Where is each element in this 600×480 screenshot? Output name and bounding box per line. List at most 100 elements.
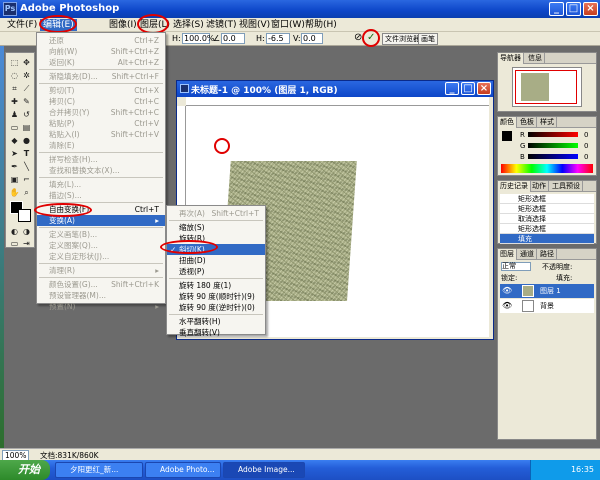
- quick-mask-icon[interactable]: ◐: [9, 226, 20, 237]
- move-tool-icon[interactable]: ✥: [21, 57, 32, 68]
- magic-wand-icon[interactable]: ✲: [21, 70, 32, 81]
- history-item-selected[interactable]: 填充: [500, 234, 594, 244]
- transform-menu-item[interactable]: 垂直翻转(V): [167, 327, 265, 338]
- tab-channels[interactable]: 通道: [518, 249, 537, 260]
- screen-mode-icon[interactable]: ▭: [9, 238, 20, 249]
- menu-item-shortcut: Alt+Ctrl+Z: [117, 58, 159, 67]
- taskbar-item[interactable]: 夕阳更红_新...: [55, 462, 143, 478]
- minimize-button[interactable]: _: [549, 2, 564, 16]
- menu-item-shortcut: Ctrl+X: [134, 86, 159, 95]
- slice-tool-icon[interactable]: ⟋: [21, 83, 32, 94]
- navigator-thumbnail[interactable]: [512, 67, 582, 107]
- edit-menu-item: 剪切(T) Ctrl+X: [37, 85, 165, 96]
- red-slider[interactable]: [528, 132, 578, 137]
- menu-help[interactable]: 帮助(H): [302, 19, 340, 31]
- marquee-tool-icon[interactable]: ⬚: [9, 57, 20, 68]
- history-brush-icon[interactable]: ↺: [21, 109, 32, 120]
- doc-close-button[interactable]: ×: [477, 82, 491, 95]
- transform-menu-item[interactable]: 旋转 90 度(逆时针)(0): [167, 302, 265, 313]
- green-slider[interactable]: [528, 143, 578, 148]
- blue-slider[interactable]: [528, 154, 578, 159]
- transform-menu-item[interactable]: 旋转 90 度(顺时针)(9): [167, 291, 265, 302]
- fill-label: 填充:: [556, 274, 573, 282]
- doc-minimize-button[interactable]: _: [445, 82, 459, 95]
- highlight-edit-menu-circle: [39, 15, 77, 33]
- color-ramp[interactable]: [501, 164, 593, 173]
- menu-image[interactable]: 图像(I): [106, 19, 140, 31]
- opacity-label: 不透明度:: [542, 263, 573, 271]
- gradient-tool-icon[interactable]: ▤: [21, 122, 32, 133]
- menu-item-label: 再次(A): [179, 209, 205, 218]
- tab-paths[interactable]: 路径: [538, 249, 557, 260]
- menu-separator: [39, 277, 163, 278]
- horizontal-skew-field[interactable]: -6.5: [266, 33, 290, 44]
- crop-tool-icon[interactable]: ⌗: [9, 83, 20, 94]
- angle-field[interactable]: 0.0: [221, 33, 245, 44]
- taskbar-item[interactable]: Adobe Photo...: [145, 462, 221, 478]
- notes-tool-icon[interactable]: ▣: [9, 174, 20, 185]
- tab-layers[interactable]: 图层: [498, 249, 517, 260]
- file-browser-tab[interactable]: 文件浏览器: [382, 33, 423, 45]
- taskbar-item-active[interactable]: Adobe Image...: [223, 462, 305, 478]
- menu-file[interactable]: 文件(F): [4, 19, 40, 31]
- path-select-icon[interactable]: ➤: [9, 148, 20, 159]
- eye-icon[interactable]: 👁: [502, 286, 512, 295]
- healing-brush-icon[interactable]: ✚: [9, 96, 20, 107]
- brushes-tab[interactable]: 画笔: [418, 33, 438, 45]
- tab-actions[interactable]: 动作: [530, 181, 549, 192]
- background-color-swatch[interactable]: [18, 209, 31, 222]
- tab-navigator[interactable]: 导航器: [498, 53, 524, 64]
- history-item[interactable]: 矩形选框: [500, 194, 594, 204]
- edit-menu-item: 填充(L)...: [37, 179, 165, 190]
- edit-menu-item: 查找和替换文本(X)...: [37, 165, 165, 176]
- transform-submenu: 再次(A) Shift+Ctrl+T 缩放(S) 旋转(R) ✓ 斜切(K) 扭曲(D) 透视…: [166, 205, 266, 338]
- blend-mode-select[interactable]: 正常: [501, 262, 531, 271]
- transform-menu-item[interactable]: 旋转 180 度(1): [167, 280, 265, 291]
- edit-menu-item: 还原 Ctrl+Z: [37, 35, 165, 46]
- close-button[interactable]: ×: [583, 2, 598, 16]
- shape-tool-icon[interactable]: ╲: [21, 161, 32, 172]
- brush-tool-icon[interactable]: ✎: [21, 96, 32, 107]
- menu-item-shortcut: ▸: [155, 216, 159, 225]
- jump-to-imageready-icon[interactable]: ⇥: [21, 238, 32, 249]
- tab-styles[interactable]: 样式: [538, 117, 557, 128]
- tab-color[interactable]: 颜色: [498, 117, 517, 128]
- menu-item-label: 还原: [49, 36, 64, 45]
- transform-menu-item[interactable]: 水平翻转(H): [167, 316, 265, 327]
- layer-row[interactable]: 👁 背景: [500, 299, 594, 313]
- tab-swatches[interactable]: 色板: [518, 117, 537, 128]
- blur-tool-icon[interactable]: ◆: [9, 135, 20, 146]
- vertical-skew-field[interactable]: 0.0: [301, 33, 323, 44]
- menu-item-label: 定义画笔(B)...: [49, 230, 98, 239]
- pen-tool-icon[interactable]: ✒: [9, 161, 20, 172]
- zoom-tool-icon[interactable]: ⌕: [21, 187, 32, 198]
- eyedropper-icon[interactable]: ⌐: [21, 174, 32, 185]
- start-button[interactable]: 开始: [0, 460, 50, 480]
- transform-menu-item[interactable]: 缩放(S): [167, 222, 265, 233]
- menu-filter[interactable]: 滤镜(T): [203, 19, 240, 31]
- hand-tool-icon[interactable]: ✋: [9, 187, 20, 198]
- type-tool-icon[interactable]: T: [21, 148, 32, 159]
- transform-menu-item[interactable]: 扭曲(D): [167, 255, 265, 266]
- transform-menu-item[interactable]: 透视(P): [167, 266, 265, 277]
- dodge-tool-icon[interactable]: ●: [21, 135, 32, 146]
- navigator-view-box[interactable]: [515, 70, 577, 104]
- color-fg-swatch[interactable]: [502, 131, 512, 141]
- eraser-tool-icon[interactable]: ▭: [9, 122, 20, 133]
- stamp-tool-icon[interactable]: ♟: [9, 109, 20, 120]
- maximize-button[interactable]: □: [566, 2, 581, 16]
- history-item[interactable]: 矩形选框: [500, 204, 594, 214]
- history-item[interactable]: 矩形选框: [500, 224, 594, 234]
- standard-mode-icon[interactable]: ◑: [21, 226, 32, 237]
- tab-history[interactable]: 历史记录: [498, 181, 531, 192]
- lasso-tool-icon[interactable]: ◌: [9, 70, 20, 81]
- tab-tool-presets[interactable]: 工具预设: [550, 181, 583, 192]
- tab-info[interactable]: 信息: [526, 53, 545, 64]
- menu-item-label: 拼写检查(H)...: [49, 155, 98, 164]
- menu-select[interactable]: 选择(S): [170, 19, 207, 31]
- height-percent-field[interactable]: 100.0%: [182, 33, 215, 44]
- eye-icon[interactable]: 👁: [502, 301, 512, 310]
- history-item[interactable]: 取消选择: [500, 214, 594, 224]
- doc-maximize-button[interactable]: □: [461, 82, 475, 95]
- layer-row-selected[interactable]: 👁 图层 1: [500, 284, 594, 298]
